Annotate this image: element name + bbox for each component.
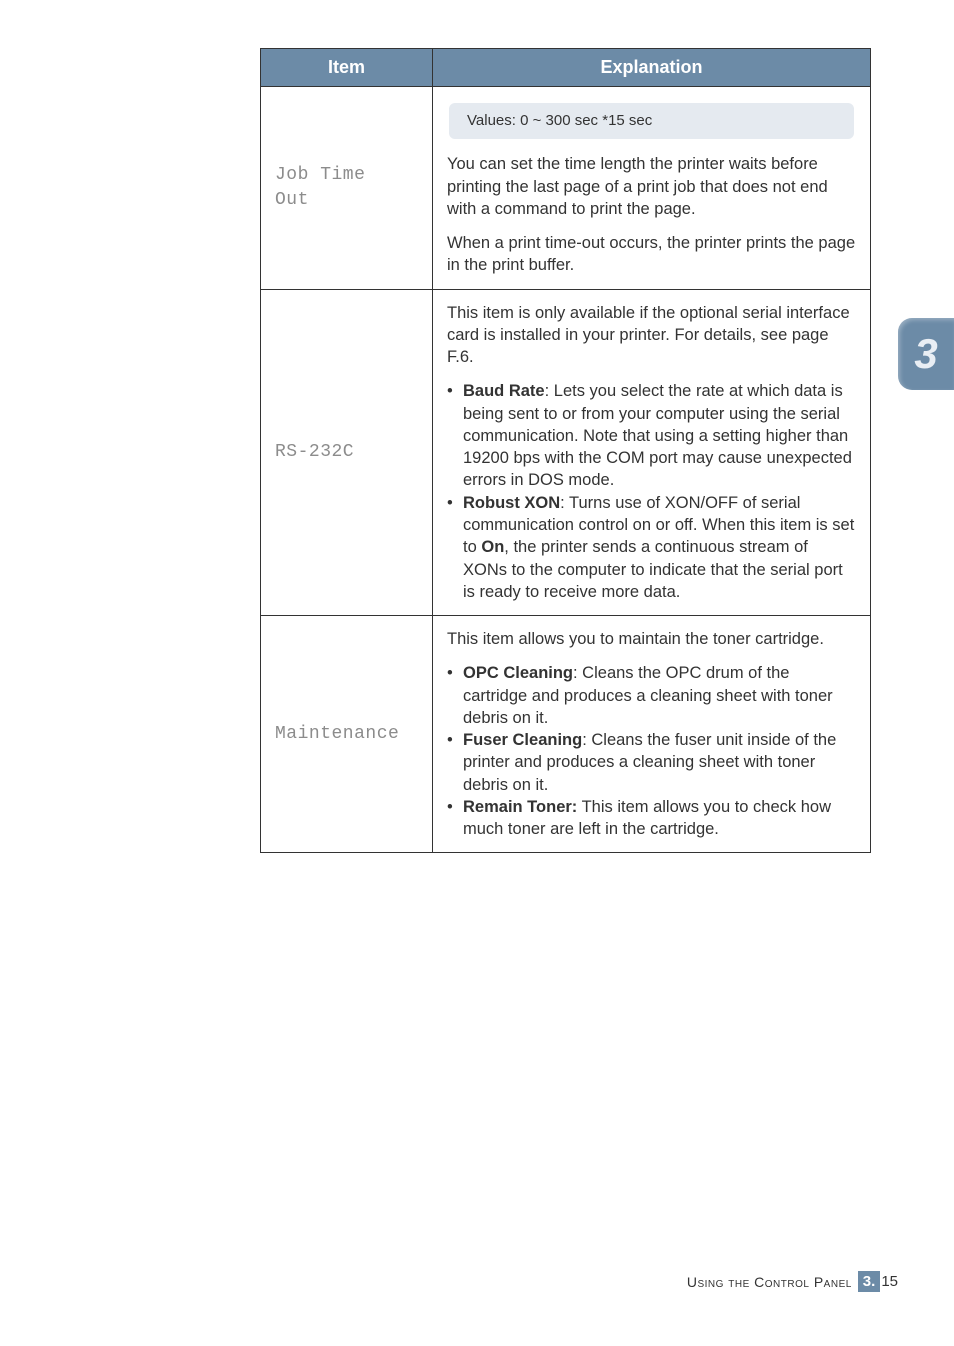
header-item: Item (261, 49, 433, 87)
footer-chapter: 3. (858, 1271, 881, 1292)
paragraph: This item allows you to maintain the ton… (447, 628, 856, 650)
chapter-number: 3 (914, 330, 937, 378)
paragraph: When a print time-out occurs, the printe… (447, 232, 856, 277)
bullet-list: OPC Cleaning: Cleans the OPC drum of the… (447, 662, 856, 840)
paragraph: You can set the time length the printer … (447, 153, 856, 220)
values-box: Values: 0 ~ 300 sec *15 sec (449, 103, 854, 139)
item-label-job-timeout: Job Time Out (261, 87, 433, 290)
list-item: Baud Rate: Lets you select the rate at w… (447, 380, 856, 491)
list-item: Remain Toner: This item allows you to ch… (447, 796, 856, 841)
explanation-cell: This item is only available if the optio… (433, 289, 871, 615)
explanation-cell: Values: 0 ~ 300 sec *15 sec You can set … (433, 87, 871, 290)
bullet-label: Robust XON (463, 494, 560, 512)
header-explanation: Explanation (433, 49, 871, 87)
table-row: RS-232C This item is only available if t… (261, 289, 871, 615)
list-item: Fuser Cleaning: Cleans the fuser unit in… (447, 729, 856, 796)
bullet-label: Fuser Cleaning (463, 731, 582, 749)
page-footer: Using the Control Panel 3.15 (687, 1271, 898, 1292)
settings-table: Item Explanation Job Time Out Values: 0 … (260, 48, 871, 853)
explanation-cell: This item allows you to maintain the ton… (433, 616, 871, 853)
bullet-label: OPC Cleaning (463, 664, 573, 682)
list-item: OPC Cleaning: Cleans the OPC drum of the… (447, 662, 856, 729)
table-row: Maintenance This item allows you to main… (261, 616, 871, 853)
inline-bold: On (481, 538, 504, 556)
bullet-list: Baud Rate: Lets you select the rate at w… (447, 380, 856, 603)
item-label-rs232c: RS-232C (261, 289, 433, 615)
table-row: Job Time Out Values: 0 ~ 300 sec *15 sec… (261, 87, 871, 290)
bullet-label: Remain Toner: (463, 798, 577, 816)
list-item: Robust XON: Turns use of XON/OFF of seri… (447, 492, 856, 603)
bullet-label: Baud Rate (463, 382, 545, 400)
paragraph: This item is only available if the optio… (447, 302, 856, 369)
footer-text: Using the Control Panel (687, 1274, 852, 1290)
bullet-text: , the printer sends a continuous stream … (463, 538, 843, 601)
footer-page: 15 (881, 1273, 898, 1290)
item-label-maintenance: Maintenance (261, 616, 433, 853)
chapter-tab: 3 (898, 318, 954, 390)
